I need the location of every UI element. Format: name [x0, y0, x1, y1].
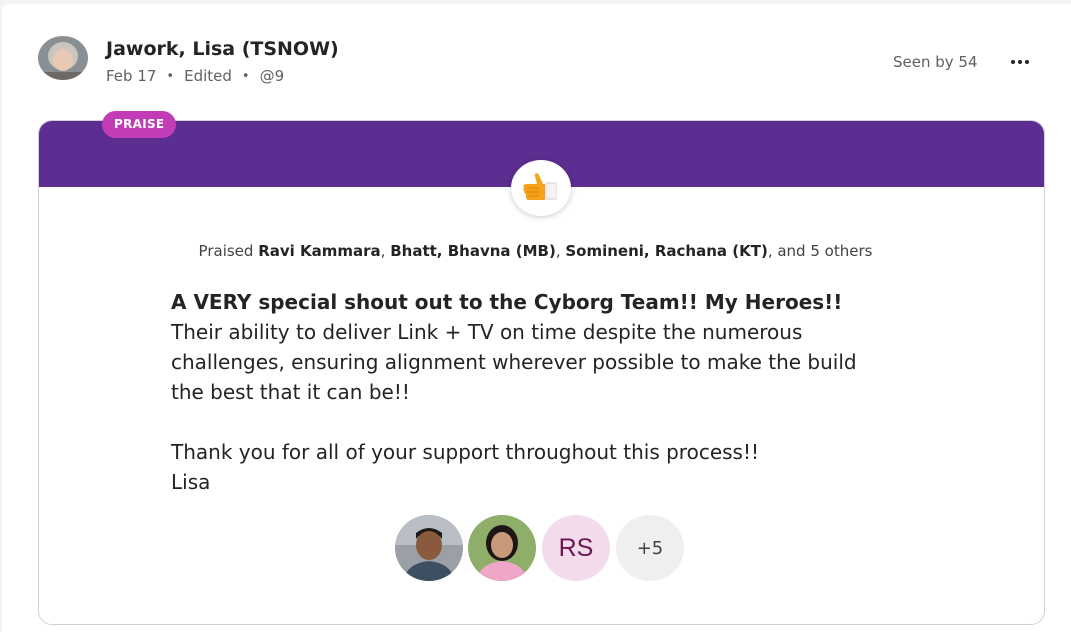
- more-icon: [1011, 60, 1015, 64]
- author-name[interactable]: Jawork, Lisa (TSNOW): [106, 38, 339, 60]
- praise-icon: [511, 160, 571, 216]
- recipient-avatar[interactable]: [468, 515, 536, 581]
- message-signature: Lisa: [171, 470, 211, 494]
- author-avatar[interactable]: [38, 36, 88, 80]
- message-line: Their ability to deliver Link + TV on ti…: [171, 320, 803, 344]
- recipient-avatar[interactable]: [395, 515, 463, 581]
- separator-dot: •: [166, 69, 175, 84]
- recipient-separator: ,: [380, 242, 391, 260]
- more-recipients-button[interactable]: +5: [616, 515, 684, 581]
- message-line: the best that it can be!!: [171, 380, 410, 404]
- separator-dot: •: [241, 69, 250, 84]
- recipient-separator: ,: [555, 242, 566, 260]
- post-meta: Feb 17 • Edited • @9: [106, 67, 284, 85]
- message-closing: Thank you for all of your support throug…: [171, 440, 759, 464]
- edited-label: Edited: [184, 67, 232, 85]
- more-options-button[interactable]: [1005, 48, 1035, 76]
- praise-message: A VERY special shout out to the Cyborg T…: [171, 287, 971, 497]
- recipient-name[interactable]: Somineni, Rachana (KT): [565, 242, 767, 260]
- recipient-name[interactable]: Bhatt, Bhavna (MB): [390, 242, 556, 260]
- others-link[interactable]: , and 5 others: [768, 242, 873, 260]
- thumbs-up-icon: [523, 173, 557, 200]
- recipient-initials-avatar[interactable]: RS: [542, 515, 610, 581]
- praise-badge: PRAISE: [102, 111, 177, 138]
- praised-prefix: Praised: [198, 242, 259, 260]
- mention-count[interactable]: @9: [260, 67, 285, 85]
- praised-recipients-line: Praised Ravi Kammara, Bhatt, Bhavna (MB)…: [0, 242, 1071, 260]
- message-line: challenges, ensuring alignment wherever …: [171, 350, 857, 374]
- recipient-name[interactable]: Ravi Kammara: [258, 242, 380, 260]
- message-headline: A VERY special shout out to the Cyborg T…: [171, 290, 843, 314]
- post-date[interactable]: Feb 17: [106, 67, 156, 85]
- seen-by[interactable]: Seen by 54: [893, 53, 978, 71]
